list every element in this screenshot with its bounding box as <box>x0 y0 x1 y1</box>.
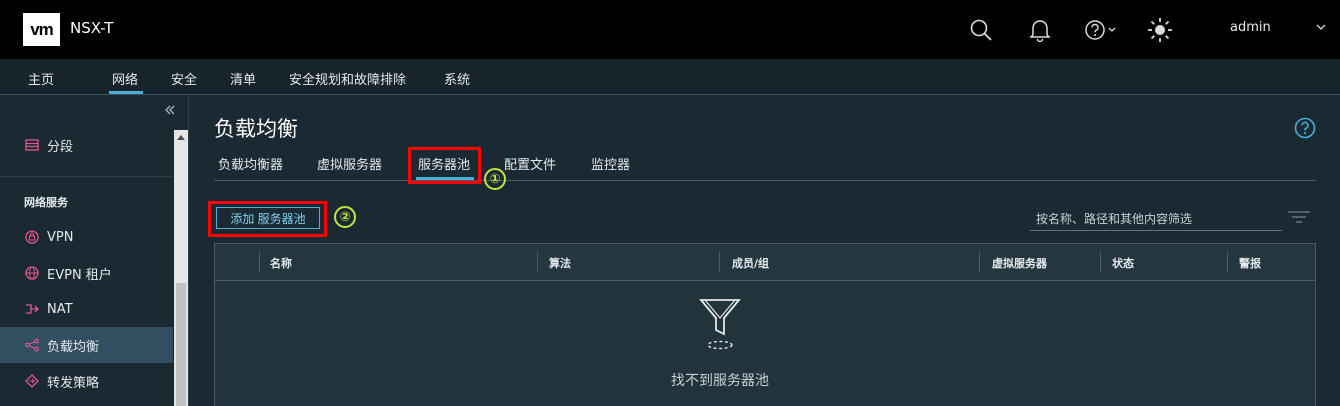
column-name[interactable]: 名称 <box>270 255 292 271</box>
sidebar-scrollbar-thumb[interactable] <box>176 283 186 406</box>
top-header <box>0 0 1340 59</box>
main-nav <box>0 59 1340 95</box>
help-icon[interactable] <box>1294 117 1316 143</box>
user-menu[interactable]: admin <box>1230 20 1271 35</box>
empty-state-message: 找不到服务器池 <box>671 373 769 389</box>
sidebar-item-label: VPN <box>47 229 74 245</box>
nav-home[interactable]: 主页 <box>28 69 54 88</box>
product-name: NSX-T <box>70 19 114 37</box>
filter-icon[interactable] <box>1288 209 1310 228</box>
annotation-box-add <box>208 201 327 237</box>
chevron-down-icon[interactable] <box>1316 20 1326 34</box>
vmware-logo[interactable]: vm <box>23 13 60 46</box>
help-menu-icon[interactable] <box>1082 15 1122 45</box>
filter-input[interactable] <box>1030 207 1282 231</box>
tab-virtual-servers[interactable]: 虚拟服务器 <box>317 154 382 173</box>
tab-load-balancers[interactable]: 负载均衡器 <box>218 154 283 173</box>
sidebar-item-load-balancing[interactable]: 负载均衡 <box>0 327 173 363</box>
nav-inventory[interactable]: 清单 <box>230 69 256 88</box>
tab-profiles[interactable]: 配置文件 <box>504 154 556 173</box>
column-algorithm[interactable]: 算法 <box>549 255 571 271</box>
column-members[interactable]: 成员/组 <box>732 255 769 271</box>
page-title: 负载均衡 <box>214 117 298 141</box>
sidebar-item-label: NAT <box>47 301 73 317</box>
nav-networking[interactable]: 网络 <box>112 69 138 88</box>
sidebar-item-segments[interactable]: 分段 <box>0 127 173 163</box>
column-separator <box>537 252 538 272</box>
sidebar-item-label: 转发策略 <box>47 375 100 391</box>
forwarding-policy-icon <box>24 373 40 389</box>
load-balancer-icon <box>24 337 40 353</box>
vpn-icon <box>24 229 40 245</box>
column-separator <box>1227 252 1228 272</box>
scroll-up-arrow-icon[interactable] <box>177 133 185 142</box>
sidebar-section-network-services: 网络服务 <box>24 196 68 209</box>
annotation-marker-1: ① <box>484 168 506 190</box>
nat-icon <box>24 301 40 317</box>
column-separator <box>259 252 260 272</box>
globe-icon <box>24 265 40 281</box>
tab-monitors[interactable]: 监控器 <box>591 154 630 173</box>
search-icon[interactable] <box>966 15 996 45</box>
sidebar-item-label: 分段 <box>47 139 74 155</box>
collapse-sidebar-icon[interactable] <box>164 102 176 120</box>
nav-security[interactable]: 安全 <box>171 69 197 88</box>
column-status[interactable]: 状态 <box>1112 255 1134 271</box>
annotation-box-tab <box>408 147 481 184</box>
column-separator <box>979 252 980 272</box>
sidebar-item-forwarding-policies[interactable]: 转发策略 <box>0 363 173 399</box>
bell-icon[interactable] <box>1025 15 1055 45</box>
column-alarms[interactable]: 警报 <box>1239 255 1261 271</box>
column-separator <box>1100 252 1101 272</box>
sidebar-item-nat[interactable]: NAT <box>0 291 173 327</box>
nav-plan-troubleshoot[interactable]: 安全规划和故障排除 <box>289 69 406 88</box>
sidebar-item-evpn-tenant[interactable]: EVPN 租户 <box>0 255 173 291</box>
segment-icon <box>24 137 40 153</box>
column-separator <box>719 252 720 272</box>
nav-system[interactable]: 系统 <box>444 69 470 88</box>
sidebar-divider <box>0 176 173 177</box>
annotation-marker-2: ② <box>334 206 356 228</box>
sidebar-item-label: 负载均衡 <box>47 339 100 355</box>
empty-filter-funnel-icon <box>697 296 743 356</box>
tabs-divider <box>214 180 1316 181</box>
nav-active-indicator <box>109 91 143 94</box>
column-virtual-servers[interactable]: 虚拟服务器 <box>992 255 1047 271</box>
sidebar-item-label: EVPN 租户 <box>47 267 112 283</box>
theme-toggle-icon[interactable] <box>1145 15 1175 45</box>
sidebar-item-vpn[interactable]: VPN <box>0 219 173 255</box>
